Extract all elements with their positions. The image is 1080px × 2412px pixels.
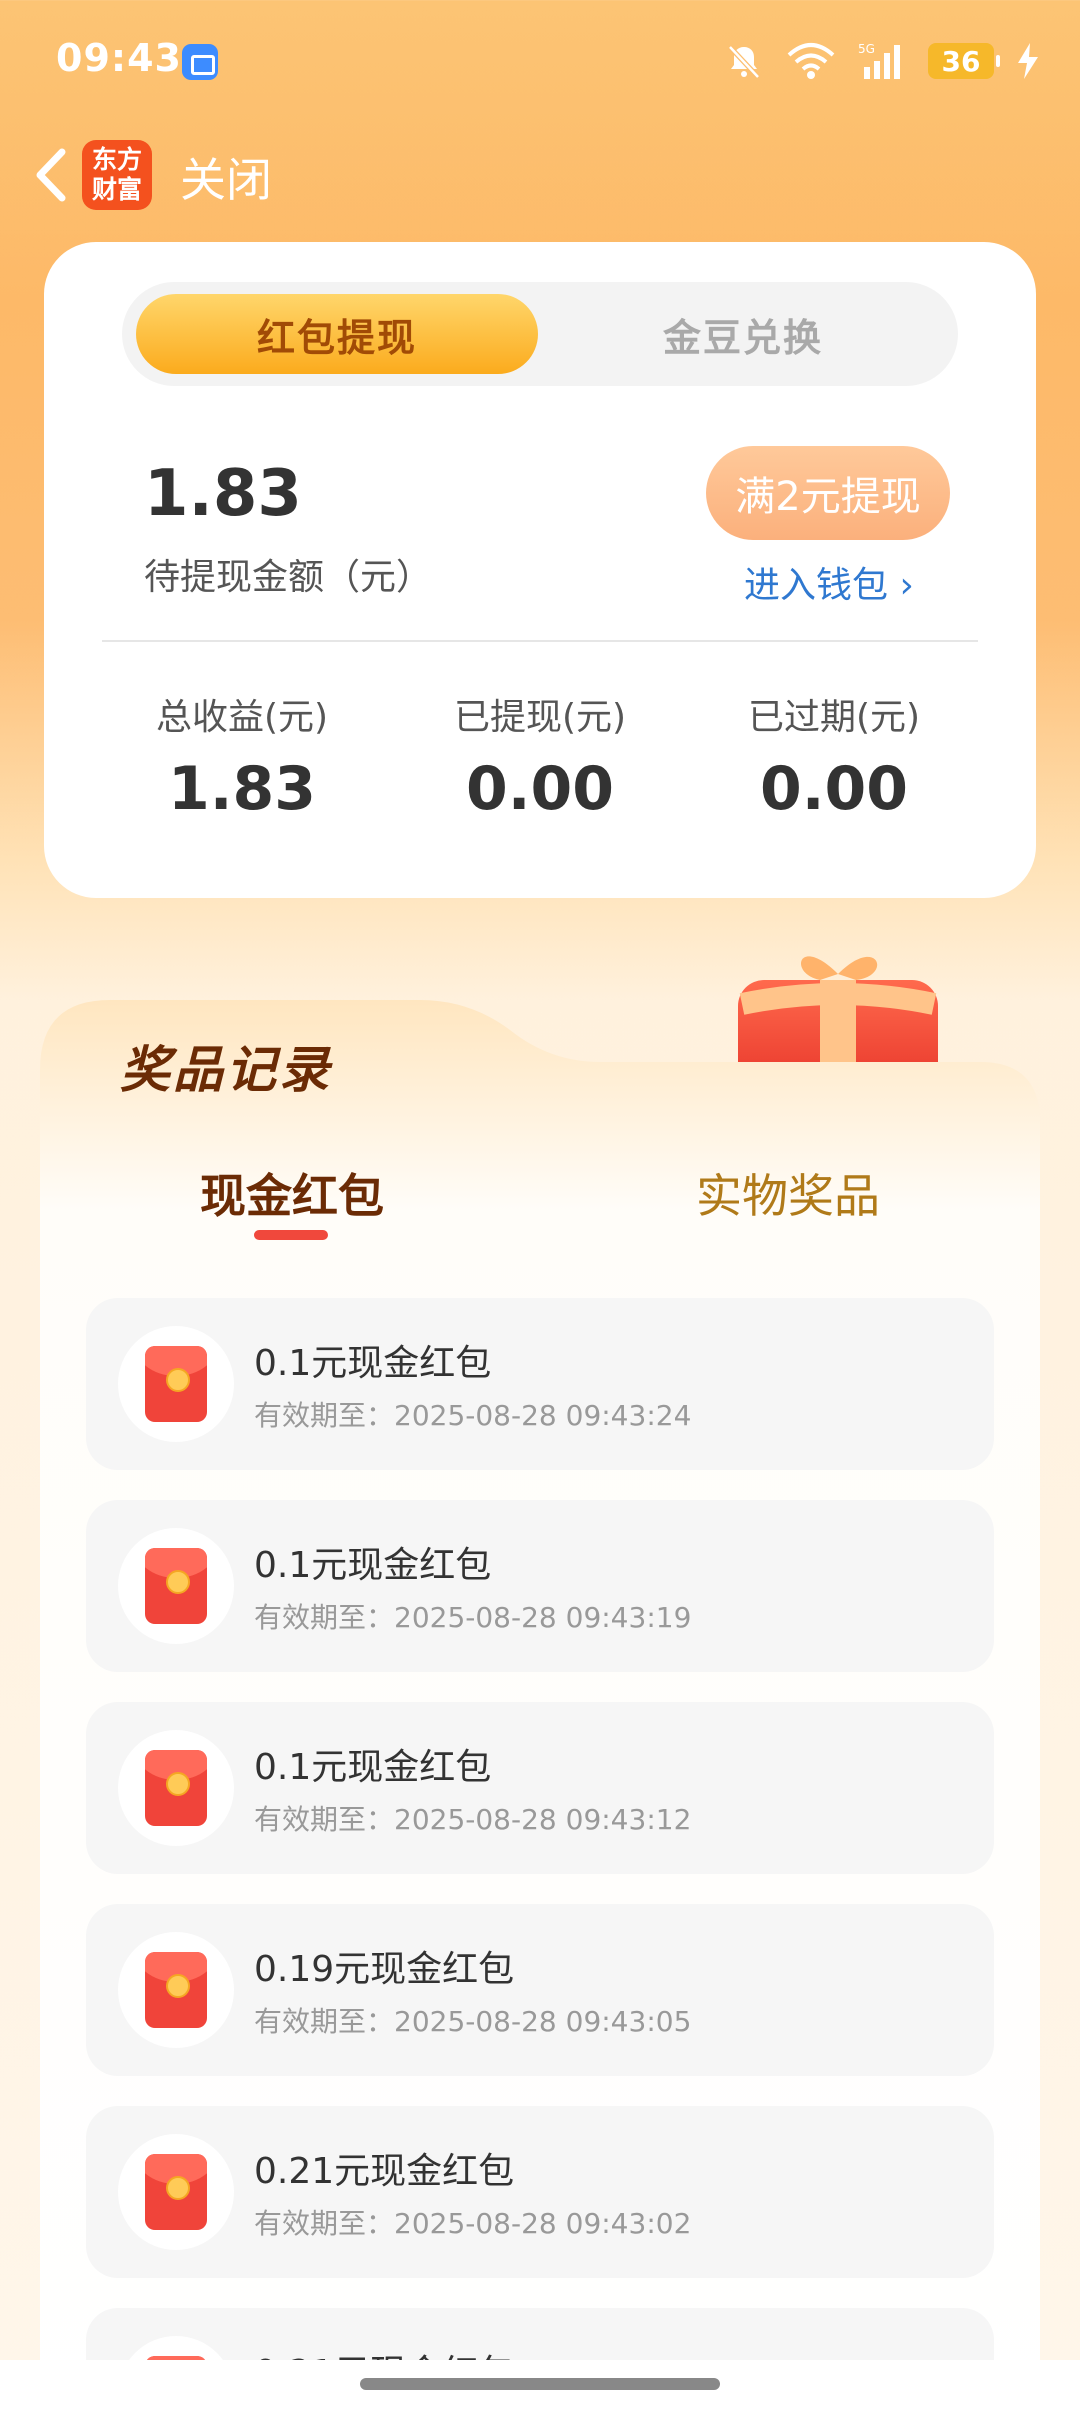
stat-value: 0.00 [465,754,615,824]
item-title: 0.19元现金红包 [254,1949,515,1990]
withdraw-button[interactable]: 满2元提现 [706,446,950,540]
signal-icon: 5G [858,42,900,79]
home-indicator[interactable] [360,2378,720,2390]
status-bar: 09:43 5G 36 [0,0,1080,120]
item-expiry: 有效期至：2025-08-28 09:43:02 [254,2207,692,2240]
list-item[interactable]: 0.1元现金红包 有效期至：2025-08-28 09:43:24 [86,1298,994,1470]
red-packet-icon-wrap [118,1326,234,1442]
mute-bell-icon [728,45,760,79]
tab-physical-prizes[interactable]: 实物奖品 [696,1160,880,1226]
app-notification-icon [182,44,218,80]
red-packet-icon-wrap [118,1932,234,2048]
tab-cash-red-packet[interactable]: 现金红包 [200,1160,384,1226]
prize-records-panel: 奖品记录 现金红包 实物奖品 0.1元现金红包 有效期至：2025-08-28 … [40,1000,1040,2412]
battery-level: 36 [941,44,981,78]
withdraw-summary-card: 红包提现 金豆兑换 1.83 待提现金额（元） 满2元提现 进入钱包 › 总收益… [44,242,1036,898]
logo-text-line1: 东方 [91,145,142,174]
records-title: 奖品记录 [120,1041,332,1099]
divider [102,640,978,642]
tab-gold-bean-exchange[interactable]: 金豆兑换 [542,294,944,374]
stat-value: 1.83 [167,754,317,824]
item-title: 0.1元现金红包 [254,1343,492,1384]
network-label: 5G [858,42,875,56]
pending-balance: 1.83 [144,457,302,531]
logo-text-line2: 财富 [91,175,142,204]
red-packet-icon [145,1548,207,1624]
stat-total-earnings: 总收益(元) 1.83 [92,688,392,824]
red-packet-icon [145,1952,207,2028]
item-title: 0.1元现金红包 [254,1545,492,1586]
stat-label: 总收益(元) [155,697,329,738]
list-item[interactable]: 0.21元现金红包 有效期至：2025-08-28 09:43:02 [86,2106,994,2278]
item-expiry: 有效期至：2025-08-28 09:43:12 [254,1803,692,1836]
active-tab-indicator [254,1230,328,1240]
battery-icon: 36 [928,43,1000,79]
stat-label: 已过期(元) [747,697,921,738]
red-packet-icon [145,1346,207,1422]
header: 东方 财富 关闭 [0,130,1080,220]
close-button[interactable]: 关闭 [180,144,272,210]
pending-balance-label: 待提现金额（元） [144,557,433,598]
list-item[interactable]: 0.1元现金红包 有效期至：2025-08-28 09:43:19 [86,1500,994,1672]
status-icons: 5G 36 [724,38,1040,84]
item-expiry: 有效期至：2025-08-28 09:43:19 [254,1601,692,1634]
stat-expired: 已过期(元) 0.00 [684,688,984,824]
item-title: 0.21元现金红包 [254,2151,515,2192]
item-expiry: 有效期至：2025-08-28 09:43:05 [254,2005,692,2038]
item-title: 0.1元现金红包 [254,1747,492,1788]
back-arrow-icon[interactable] [20,140,90,210]
records-list: 0.1元现金红包 有效期至：2025-08-28 09:43:24 0.1元现金… [86,1298,994,2412]
tab-red-packet-withdraw[interactable]: 红包提现 [136,294,538,374]
red-packet-icon [145,1750,207,1826]
stat-value: 0.00 [759,754,909,824]
item-expiry: 有效期至：2025-08-28 09:43:24 [254,1399,692,1432]
red-packet-icon-wrap [118,2134,234,2250]
list-item[interactable]: 0.19元现金红包 有效期至：2025-08-28 09:43:05 [86,1904,994,2076]
status-time: 09:43 [56,36,182,80]
mode-tab-switch: 红包提现 金豆兑换 [122,282,958,386]
red-packet-icon-wrap [118,1730,234,1846]
app-logo: 东方 财富 [82,140,152,210]
list-item[interactable]: 0.1元现金红包 有效期至：2025-08-28 09:43:12 [86,1702,994,1874]
red-packet-icon-wrap [118,1528,234,1644]
enter-wallet-link[interactable]: 进入钱包 › [744,556,914,608]
charging-icon [1018,43,1038,79]
wifi-icon [787,43,835,79]
stat-withdrawn: 已提现(元) 0.00 [390,688,690,824]
stat-label: 已提现(元) [453,697,627,738]
red-packet-icon [145,2154,207,2230]
